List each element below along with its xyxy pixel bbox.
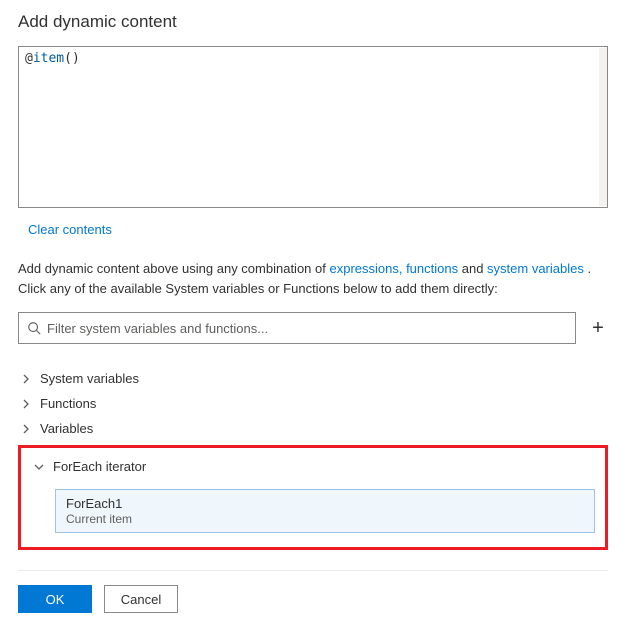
category-label: Variables: [40, 421, 93, 436]
system-variables-link[interactable]: system variables: [487, 261, 584, 276]
foreach-item-card[interactable]: ForEach1 Current item: [55, 489, 595, 533]
expr-token-fn: item: [33, 51, 64, 66]
footer: OK Cancel: [18, 585, 608, 613]
category-label: ForEach iterator: [53, 459, 146, 474]
expressions-functions-link[interactable]: expressions, functions: [329, 261, 458, 276]
chevron-down-icon: [33, 462, 45, 472]
cancel-button[interactable]: Cancel: [104, 585, 178, 613]
expr-token-paren: (): [64, 51, 80, 66]
helper-line2: Click any of the available System variab…: [18, 281, 498, 296]
helper-period: .: [587, 261, 591, 276]
dialog-title: Add dynamic content: [18, 12, 608, 32]
expression-editor[interactable]: @item(): [18, 46, 608, 208]
footer-divider: [18, 570, 608, 571]
foreach-item-subtitle: Current item: [66, 512, 584, 526]
helper-mid: and: [462, 261, 487, 276]
category-label: System variables: [40, 371, 139, 386]
chevron-right-icon: [20, 424, 32, 434]
category-foreach-iterator[interactable]: ForEach iterator: [31, 454, 595, 479]
ok-button[interactable]: OK: [18, 585, 92, 613]
filter-row: +: [18, 312, 608, 344]
clear-contents-link[interactable]: Clear contents: [28, 222, 112, 237]
expr-token-at: @: [25, 51, 33, 66]
category-functions[interactable]: Functions: [18, 391, 608, 416]
scrollbar-track[interactable]: [599, 48, 607, 206]
category-label: Functions: [40, 396, 96, 411]
foreach-highlight-box: ForEach iterator ForEach1 Current item: [18, 445, 608, 550]
search-icon: [27, 321, 41, 335]
helper-text: Add dynamic content above using any comb…: [18, 259, 608, 298]
filter-input[interactable]: [47, 321, 567, 336]
filter-input-wrapper[interactable]: [18, 312, 576, 344]
foreach-item-title: ForEach1: [66, 496, 584, 511]
category-system-variables[interactable]: System variables: [18, 366, 608, 391]
chevron-right-icon: [20, 374, 32, 384]
category-variables[interactable]: Variables: [18, 416, 608, 441]
chevron-right-icon: [20, 399, 32, 409]
add-button[interactable]: +: [588, 317, 608, 340]
helper-prefix: Add dynamic content above using any comb…: [18, 261, 329, 276]
